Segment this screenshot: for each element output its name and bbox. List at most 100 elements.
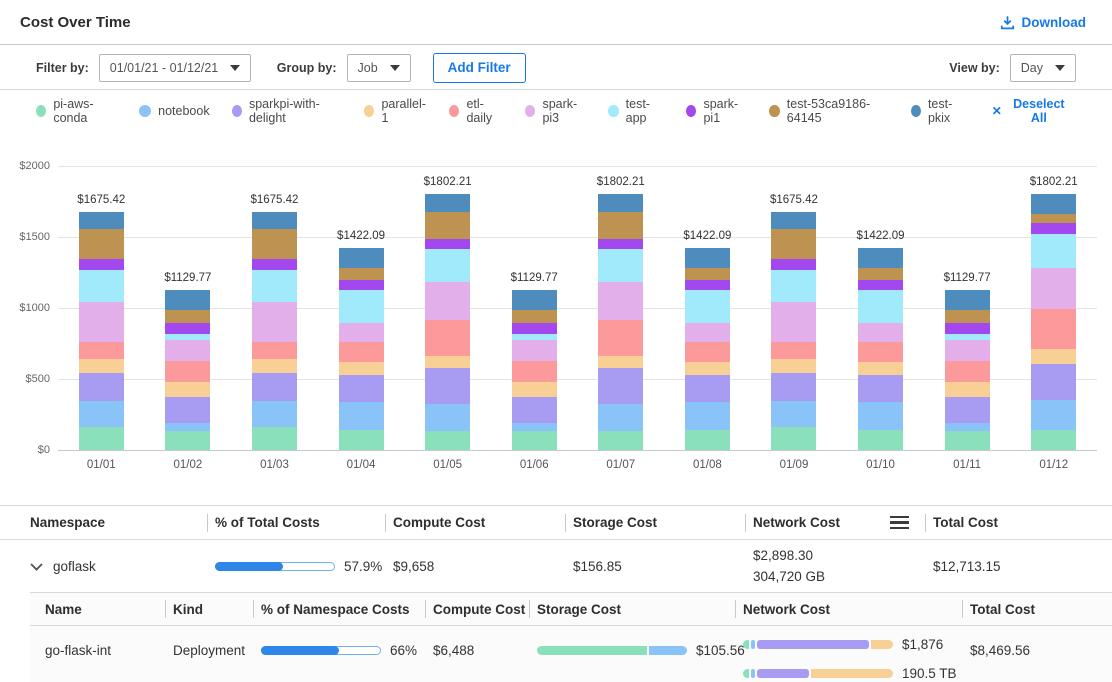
legend-item-test-53ca9186-64145[interactable]: test-53ca9186-64145 <box>769 97 888 125</box>
legend-item-spark-pi1[interactable]: spark-pi1 <box>686 97 747 125</box>
bar-segment-test-app[interactable] <box>771 270 816 302</box>
bar-segment-pi-aws-conda[interactable] <box>858 430 903 450</box>
bar-segment-test-pkix[interactable] <box>79 212 124 228</box>
column-header-compute-cost[interactable]: Compute Cost <box>425 593 529 625</box>
bar-segment-test-pkix[interactable] <box>252 212 297 228</box>
bar-segment-test-app[interactable] <box>425 249 470 282</box>
bar-segment-notebook[interactable] <box>945 423 990 431</box>
bar-segment-spark-pi1[interactable] <box>79 259 124 270</box>
bar-segment-spark-pi1[interactable] <box>771 259 816 270</box>
bar-segment-etl-daily[interactable] <box>598 320 643 356</box>
stacked-bar-01/12[interactable] <box>1031 194 1076 450</box>
bar-segment-test-pkix[interactable] <box>339 248 384 267</box>
bar-segment-notebook[interactable] <box>685 402 730 430</box>
bar-segment-test-53ca9186-64145[interactable] <box>858 268 903 281</box>
column-header-compute-cost[interactable]: Compute Cost <box>385 506 565 539</box>
legend-item-sparkpi-with-delight[interactable]: sparkpi-with-delight <box>232 97 342 125</box>
bar-segment-spark-pi3[interactable] <box>1031 268 1076 309</box>
legend-item-test-app[interactable]: test-app <box>608 97 664 125</box>
column-header-kind[interactable]: Kind <box>165 593 253 625</box>
deselect-all-button[interactable]: ✕ Deselect All <box>986 96 1076 126</box>
bar-segment-test-app[interactable] <box>339 290 384 324</box>
column-header-total-cost[interactable]: Total Cost <box>925 506 1112 539</box>
bar-segment-spark-pi3[interactable] <box>685 323 730 341</box>
bar-segment-test-app[interactable] <box>858 290 903 324</box>
column-header-storage-cost[interactable]: Storage Cost <box>565 506 745 539</box>
column-header-pct-total-costs[interactable]: % of Total Costs <box>207 506 385 539</box>
bar-segment-sparkpi-with-delight[interactable] <box>252 373 297 401</box>
bar-segment-pi-aws-conda[interactable] <box>685 430 730 450</box>
bar-segment-parallel-1[interactable] <box>425 356 470 368</box>
bar-segment-notebook[interactable] <box>79 401 124 427</box>
stacked-bar-01/04[interactable] <box>339 248 384 450</box>
bar-segment-spark-pi3[interactable] <box>79 302 124 342</box>
bar-segment-test-pkix[interactable] <box>598 194 643 212</box>
column-header-total-cost[interactable]: Total Cost <box>962 593 1112 625</box>
bar-segment-pi-aws-conda[interactable] <box>945 431 990 450</box>
bar-segment-test-app[interactable] <box>252 270 297 302</box>
bar-segment-notebook[interactable] <box>252 401 297 427</box>
bar-segment-test-pkix[interactable] <box>512 290 557 311</box>
bar-segment-spark-pi3[interactable] <box>512 340 557 361</box>
bar-segment-parallel-1[interactable] <box>79 359 124 373</box>
bar-segment-pi-aws-conda[interactable] <box>771 427 816 450</box>
stacked-bar-01/02[interactable] <box>165 290 210 450</box>
bar-segment-spark-pi1[interactable] <box>598 239 643 249</box>
bar-segment-test-pkix[interactable] <box>858 248 903 267</box>
bar-segment-pi-aws-conda[interactable] <box>598 431 643 450</box>
column-header-pct-namespace-costs[interactable]: % of Namespace Costs <box>253 593 425 625</box>
bar-segment-spark-pi3[interactable] <box>771 302 816 342</box>
bar-segment-test-53ca9186-64145[interactable] <box>79 229 124 259</box>
bar-segment-test-53ca9186-64145[interactable] <box>512 310 557 323</box>
bar-segment-pi-aws-conda[interactable] <box>79 427 124 450</box>
stacked-bar-01/09[interactable] <box>771 212 816 450</box>
bar-segment-pi-aws-conda[interactable] <box>1031 430 1076 450</box>
bar-segment-etl-daily[interactable] <box>425 320 470 356</box>
bar-segment-test-app[interactable] <box>598 249 643 282</box>
group-by-select[interactable]: Job <box>347 54 411 82</box>
column-header-namespace[interactable]: Namespace <box>0 506 207 539</box>
bar-segment-spark-pi1[interactable] <box>858 280 903 290</box>
bar-segment-sparkpi-with-delight[interactable] <box>858 375 903 402</box>
bar-segment-spark-pi1[interactable] <box>685 280 730 290</box>
stacked-bar-01/01[interactable] <box>79 212 124 450</box>
bar-segment-test-pkix[interactable] <box>945 290 990 311</box>
bar-segment-etl-daily[interactable] <box>1031 309 1076 349</box>
workload-row-go-flask-int[interactable]: go-flask-int Deployment 66% $6,488 $105.… <box>30 626 1112 681</box>
bar-segment-sparkpi-with-delight[interactable] <box>165 397 210 423</box>
bar-segment-spark-pi3[interactable] <box>252 302 297 342</box>
legend-item-test-pkix[interactable]: test-pkix <box>911 97 968 125</box>
legend-item-notebook[interactable]: notebook <box>139 104 209 118</box>
bar-segment-sparkpi-with-delight[interactable] <box>598 368 643 404</box>
bar-segment-test-53ca9186-64145[interactable] <box>945 310 990 323</box>
bar-segment-spark-pi1[interactable] <box>252 259 297 270</box>
bar-segment-pi-aws-conda[interactable] <box>252 427 297 450</box>
bar-segment-test-53ca9186-64145[interactable] <box>339 268 384 281</box>
stacked-bar-01/03[interactable] <box>252 212 297 450</box>
bar-segment-notebook[interactable] <box>858 402 903 430</box>
bar-segment-spark-pi3[interactable] <box>425 282 470 319</box>
bar-segment-pi-aws-conda[interactable] <box>339 430 384 450</box>
bar-segment-test-pkix[interactable] <box>165 290 210 311</box>
bar-segment-notebook[interactable] <box>1031 400 1076 431</box>
bar-segment-spark-pi3[interactable] <box>598 282 643 319</box>
bar-segment-pi-aws-conda[interactable] <box>425 431 470 450</box>
bar-segment-spark-pi3[interactable] <box>858 323 903 341</box>
view-by-select[interactable]: Day <box>1010 54 1076 82</box>
stacked-bar-01/05[interactable] <box>425 194 470 450</box>
download-button[interactable]: Download <box>994 14 1093 31</box>
stacked-bar-01/08[interactable] <box>685 248 730 450</box>
column-header-storage-cost[interactable]: Storage Cost <box>529 593 735 625</box>
bar-segment-etl-daily[interactable] <box>252 342 297 360</box>
bar-segment-spark-pi1[interactable] <box>945 323 990 334</box>
legend-item-parallel-1[interactable]: parallel-1 <box>364 97 427 125</box>
bar-segment-sparkpi-with-delight[interactable] <box>425 368 470 404</box>
column-header-name[interactable]: Name <box>30 593 165 625</box>
bar-segment-parallel-1[interactable] <box>598 356 643 368</box>
bar-segment-spark-pi1[interactable] <box>425 239 470 249</box>
namespace-row-goflask[interactable]: goflask 57.9% $9,658 $156.85 $2,898.30 3… <box>0 541 1112 592</box>
bar-segment-notebook[interactable] <box>512 423 557 431</box>
bar-segment-pi-aws-conda[interactable] <box>512 431 557 450</box>
column-header-network-cost[interactable]: Network Cost <box>735 593 962 625</box>
bar-segment-parallel-1[interactable] <box>165 382 210 396</box>
